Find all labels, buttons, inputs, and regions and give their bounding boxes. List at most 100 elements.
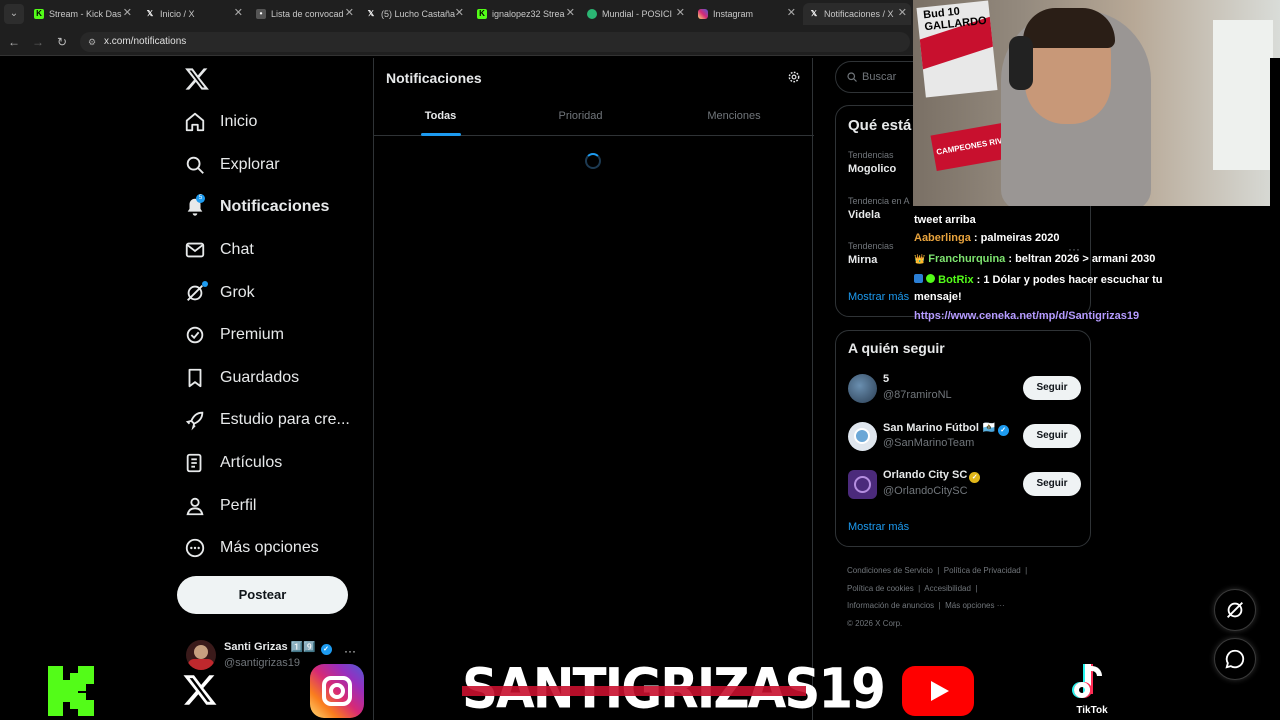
- verified-gold-badge-icon: ✓: [969, 472, 981, 483]
- site-info-icon[interactable]: ⚙: [88, 37, 98, 47]
- browser-tab[interactable]: 𝕏 (5) Lucho Castaña ✕: [360, 3, 468, 25]
- browser-tab[interactable]: 𝕏 Inicio / X ✕: [139, 3, 247, 25]
- url-field[interactable]: ⚙ x.com/notifications: [80, 32, 910, 52]
- show-more-trends-link[interactable]: Mostrar más: [848, 291, 909, 303]
- sidebar-item-premium[interactable]: Premium: [184, 320, 284, 350]
- reload-icon[interactable]: ↻: [54, 34, 70, 50]
- browser-tab[interactable]: Instagram ✕: [692, 3, 800, 25]
- post-button[interactable]: Postear: [177, 576, 348, 614]
- verified-bot-icon: [926, 274, 936, 283]
- browser-tab[interactable]: K Stream - Kick Das ✕: [28, 3, 136, 25]
- bookmark-icon: [188, 368, 202, 388]
- instagram-favicon-icon: [698, 9, 708, 19]
- follow-suggestion[interactable]: San Marino Fútbol 🇸🇲 ✓ @SanMarinoTeam Seg…: [848, 419, 1081, 455]
- chat-link[interactable]: https://www.ceneka.net/mp/d/Santigrizas1…: [914, 306, 1174, 327]
- browser-tab[interactable]: Mundial - POSICI ✕: [581, 3, 689, 25]
- close-tab-icon[interactable]: ✕: [787, 6, 796, 19]
- copyright: © 2026 X Corp.: [847, 618, 903, 628]
- close-tab-icon[interactable]: ✕: [123, 6, 132, 19]
- streamer-hair: [1023, 8, 1115, 48]
- loading-spinner: [585, 153, 601, 169]
- footer-link[interactable]: Más opciones ···: [945, 601, 1005, 610]
- x-logo-icon[interactable]: [184, 66, 210, 92]
- verified-badge-icon: ✓: [320, 644, 332, 655]
- more-circle-icon: [185, 538, 205, 558]
- notifications-tabs: Todas Prioridad Menciones: [374, 98, 814, 136]
- close-tab-icon[interactable]: ✕: [234, 6, 243, 19]
- sidebar-item-notificaciones[interactable]: Notificaciones: [184, 192, 329, 222]
- tiktok-label: TikTok: [1076, 705, 1108, 716]
- sidebar-item-estudio[interactable]: Estudio para cre...: [184, 405, 350, 435]
- trend-item[interactable]: Tendencias Mirna: [848, 241, 894, 266]
- follow-button[interactable]: Seguir: [1023, 472, 1081, 496]
- chat-message: BotRix : 1 Dólar y podes hacer escuchar …: [914, 274, 1163, 303]
- kick-logo-icon: [48, 666, 94, 716]
- settings-gear-icon[interactable]: [787, 70, 801, 84]
- trend-item[interactable]: Tendencias Mogolico: [848, 150, 896, 175]
- footer-link[interactable]: Información de anuncios: [847, 601, 934, 610]
- sidebar-item-articulos[interactable]: Artículos: [184, 448, 282, 478]
- who-to-follow-card: A quién seguir 5 @87ramiroNL Seguir San …: [835, 330, 1091, 547]
- footer-link[interactable]: Accesibilidad: [924, 584, 971, 593]
- sidebar-item-perfil[interactable]: Perfil: [184, 491, 256, 521]
- sidebar-item-chat[interactable]: Chat: [184, 235, 254, 265]
- notifications-column: Notificaciones Todas Prioridad Menciones: [373, 58, 814, 720]
- stream-chat-overlay: tweet arriba Aaberlinga : palmeiras 2020…: [914, 206, 1174, 327]
- profile-name: Santi Grizas: [224, 641, 288, 653]
- sidebar-item-mas-opciones[interactable]: Más opciones: [184, 533, 319, 563]
- search-icon: [847, 72, 857, 82]
- person-icon: [186, 497, 204, 516]
- chat-message: tweet arriba: [914, 214, 976, 226]
- follow-suggestion[interactable]: 5 @87ramiroNL Seguir: [848, 371, 1081, 407]
- webcam-overlay: Bud 10 GALLARDO CAMPEONES RIVER: [913, 0, 1280, 206]
- grok-floating-button[interactable]: [1214, 589, 1256, 631]
- search-icon: [186, 156, 204, 174]
- home-icon: [185, 112, 205, 132]
- tab-todas[interactable]: Todas: [374, 98, 507, 136]
- grok-icon: [1227, 602, 1243, 618]
- show-more-follow-link[interactable]: Mostrar más: [848, 521, 909, 533]
- bot-badge-icon: [914, 274, 923, 283]
- trend-item[interactable]: Tendencia en A Videla: [848, 196, 910, 221]
- follow-button[interactable]: Seguir: [1023, 424, 1081, 448]
- tab-prioridad[interactable]: Prioridad: [507, 98, 654, 136]
- close-tab-icon[interactable]: ✕: [566, 6, 575, 19]
- chat-message: Aaberlinga : palmeiras 2020: [914, 232, 1060, 244]
- close-tab-icon[interactable]: ✕: [676, 6, 685, 19]
- rocket-icon: [185, 411, 204, 431]
- x-logo-icon: [183, 675, 217, 705]
- back-arrow-icon[interactable]: ←: [6, 34, 22, 50]
- kick-favicon-icon: K: [34, 9, 44, 19]
- follow-suggestion[interactable]: Orlando City SC ✓ @OrlandoCitySC Seguir: [848, 467, 1081, 503]
- sidebar-item-explorar[interactable]: Explorar: [184, 150, 280, 180]
- close-tab-icon[interactable]: ✕: [345, 6, 354, 19]
- article-icon: [186, 453, 202, 473]
- notification-count-badge: 5: [196, 194, 205, 203]
- footer-link[interactable]: Condiciones de Servicio: [847, 566, 933, 575]
- tab-menciones[interactable]: Menciones: [654, 98, 814, 136]
- screen: ⌄ K Stream - Kick Das ✕ 𝕏 Inicio / X ✕ • List…: [0, 0, 1280, 720]
- trends-title: Qué está: [848, 117, 912, 134]
- footer-link[interactable]: Política de Privacidad: [944, 566, 1021, 575]
- mail-icon: [185, 242, 205, 258]
- sidebar-item-guardados[interactable]: Guardados: [184, 363, 299, 393]
- sidebar-item-grok[interactable]: Grok: [184, 278, 255, 308]
- tab-search-chevron-icon[interactable]: ⌄: [4, 4, 24, 24]
- forward-arrow-icon[interactable]: →: [30, 34, 46, 50]
- crown-icon: 👑: [914, 254, 926, 264]
- sidebar-item-inicio[interactable]: Inicio: [184, 107, 257, 137]
- close-tab-icon[interactable]: ✕: [455, 6, 464, 19]
- grok-new-dot: [202, 281, 208, 287]
- browser-tab[interactable]: Kignalopez32 Strea ✕: [471, 3, 579, 25]
- close-tab-icon[interactable]: ✕: [898, 6, 907, 19]
- browser-tab[interactable]: • Lista de convocad ✕: [250, 3, 358, 25]
- x-favicon-icon: 𝕏: [367, 9, 375, 18]
- avatar: [848, 374, 877, 403]
- stream-logo-bar: SANTIGRIZAS19 TikTok: [0, 656, 1280, 720]
- page-scrollbar[interactable]: [1270, 58, 1280, 720]
- x-favicon-icon: 𝕏: [810, 9, 818, 18]
- footer-links: Condiciones de Servicio | Política de Pr…: [847, 566, 1028, 628]
- browser-tab-active[interactable]: 𝕏 Notificaciones / X ✕: [803, 3, 911, 25]
- follow-button[interactable]: Seguir: [1023, 376, 1081, 400]
- footer-link[interactable]: Política de cookies: [847, 584, 914, 593]
